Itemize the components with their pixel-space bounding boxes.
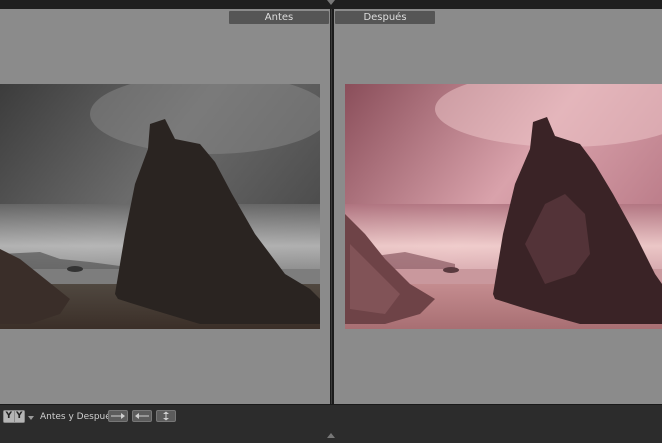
top-panel-toggle-icon[interactable]: [327, 0, 335, 5]
before-pane: Antes: [0, 9, 330, 404]
after-photo-image: [345, 84, 662, 329]
before-photo-image: [0, 84, 320, 329]
swap-icon: [163, 411, 169, 421]
swap-before-after-button[interactable]: [156, 410, 176, 422]
view-mode-glyph-before: Y: [4, 411, 14, 422]
after-label: Después: [335, 11, 435, 24]
after-pane: Después: [334, 9, 662, 404]
arrow-left-icon: [135, 413, 149, 419]
split-divider-line: [331, 9, 332, 404]
before-after-label: Antes y Después:: [40, 412, 119, 422]
before-label: Antes: [229, 11, 329, 24]
copy-after-to-before-button[interactable]: [132, 410, 152, 422]
bottom-panel-toggle-icon[interactable]: [327, 433, 335, 438]
view-mode-glyph-after: Y: [14, 411, 24, 422]
copy-before-to-after-button[interactable]: [108, 410, 128, 422]
view-mode-selector[interactable]: Y Y: [3, 410, 25, 423]
view-mode-dropdown-icon[interactable]: [28, 416, 34, 420]
before-photo: [0, 84, 320, 329]
after-photo: [345, 84, 662, 329]
arrow-right-icon: [111, 413, 125, 419]
